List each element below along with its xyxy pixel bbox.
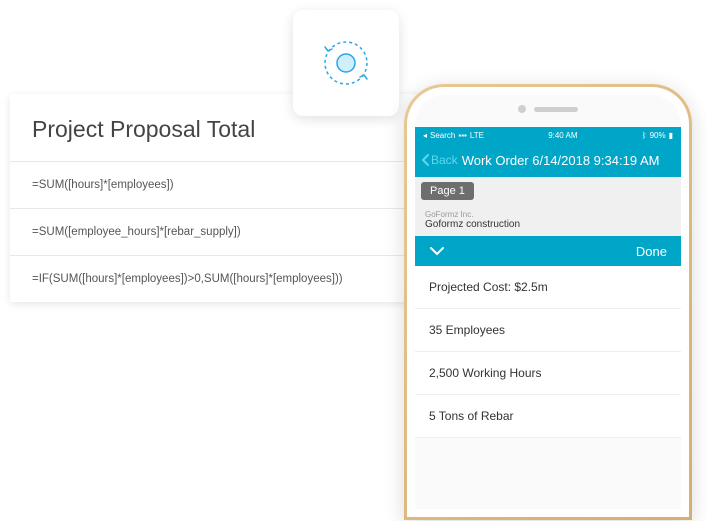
status-left: ◂ Search ▪▪▪ LTE [423, 131, 484, 140]
page-tab[interactable]: Page 1 [421, 182, 474, 200]
phone-screen: ◂ Search ▪▪▪ LTE 9:40 AM ᛒ 90% ▮ Back [415, 95, 681, 509]
back-search-icon: ◂ [423, 131, 427, 140]
dropdown-bar[interactable]: Done [415, 236, 681, 266]
camera-dot [518, 105, 526, 113]
header-title: Work Order 6/14/2018 9:34:19 AM [462, 153, 660, 168]
status-search: Search [430, 131, 455, 140]
battery-icon: ▮ [669, 131, 673, 140]
back-label: Back [431, 153, 458, 167]
speaker-slot [534, 107, 578, 112]
back-button[interactable]: Back [421, 153, 458, 167]
refresh-icon-card [293, 10, 399, 116]
chevron-left-icon [421, 153, 431, 167]
status-right: ᛒ 90% ▮ [642, 131, 673, 140]
status-bar: ◂ Search ▪▪▪ LTE 9:40 AM ᛒ 90% ▮ [415, 127, 681, 143]
phone-mockup: ◂ Search ▪▪▪ LTE 9:40 AM ᛒ 90% ▮ Back [404, 84, 692, 520]
company-name: Goformz construction [425, 219, 671, 230]
list-item[interactable]: 5 Tons of Rebar [415, 395, 681, 438]
phone-bezel: ◂ Search ▪▪▪ LTE 9:40 AM ᛒ 90% ▮ Back [407, 87, 689, 517]
done-button[interactable]: Done [636, 244, 667, 259]
phone-notch [518, 105, 578, 113]
signal-icon: ▪▪▪ [458, 131, 467, 140]
app-header: Back Work Order 6/14/2018 9:34:19 AM [415, 143, 681, 177]
status-battery: 90% [650, 131, 666, 140]
chevron-down-icon [429, 243, 445, 259]
refresh-icon [318, 35, 374, 91]
company-row: GoFormz Inc. Goformz construction [415, 204, 681, 236]
page-tab-row: Page 1 [415, 177, 681, 204]
list-item[interactable]: Projected Cost: $2.5m [415, 266, 681, 309]
list-item[interactable]: 2,500 Working Hours [415, 352, 681, 395]
status-time: 9:40 AM [548, 131, 577, 140]
bluetooth-icon: ᛒ [642, 131, 647, 140]
company-label: GoFormz Inc. [425, 210, 671, 219]
status-signal: LTE [470, 131, 484, 140]
list-item[interactable]: 35 Employees [415, 309, 681, 352]
